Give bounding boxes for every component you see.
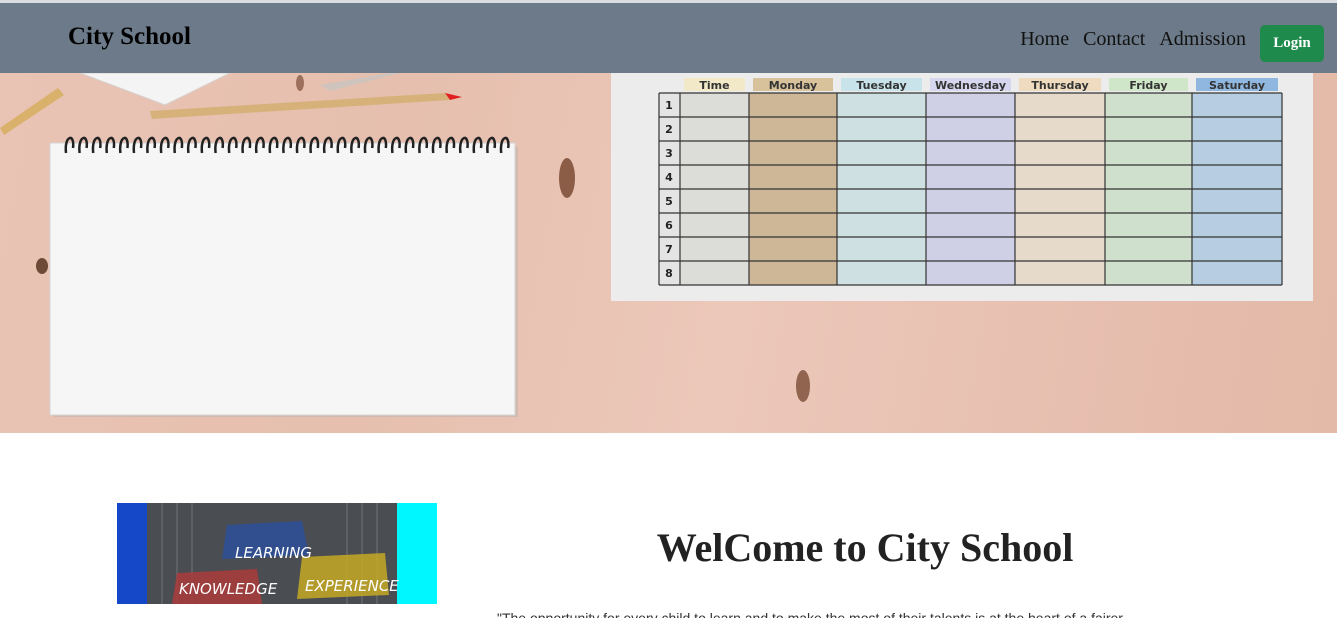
brand-logo[interactable]: City School — [68, 23, 191, 51]
experience-word: EXPERIENCE — [305, 577, 399, 595]
timetable-row-number: 4 — [665, 171, 673, 184]
wood-knot — [296, 75, 304, 91]
timetable-header-label: Saturday — [1209, 79, 1265, 92]
timetable-header-label: Tuesday — [856, 79, 906, 92]
timetable-row-number: 2 — [665, 123, 673, 136]
ruler-shape — [320, 73, 400, 91]
pencil-shape — [150, 93, 450, 119]
timetable-header-label: Monday — [769, 79, 817, 92]
welcome-title: WelCome to City School — [656, 525, 1074, 570]
paper-corner — [79, 73, 231, 106]
pencil-shape — [0, 88, 64, 135]
hero-banner: Time Monday Tuesday Wednesday Thursday Friday… — [0, 73, 1337, 433]
timetable-row-number: 1 — [665, 99, 673, 112]
timetable: Time Monday Tuesday Wednesday Thursday Friday… — [658, 78, 1283, 286]
nav-links: Home Contact Admission — [1020, 28, 1246, 51]
feature-image-graphic: LEARNING KNOWLEDGE EXPERIENCE — [117, 503, 437, 604]
nav-admission-link[interactable]: Admission — [1159, 28, 1246, 51]
timetable-row-number: 6 — [665, 219, 673, 232]
knowledge-word: KNOWLEDGE — [179, 580, 278, 598]
timetable-header-label: Wednesday — [935, 79, 1006, 92]
hero-illustration: Time Monday Tuesday Wednesday Thursday Friday… — [0, 73, 1313, 417]
timetable-row-number: 3 — [665, 147, 673, 160]
timetable-header-label: Thursday — [1031, 79, 1088, 92]
timetable-row-number: 8 — [665, 267, 673, 280]
notebook — [49, 142, 516, 416]
learning-word: LEARNING — [235, 544, 312, 562]
navbar: City School Home Contact Admission Login — [0, 3, 1337, 73]
nav-contact-link[interactable]: Contact — [1083, 28, 1145, 51]
login-button[interactable]: Login — [1260, 25, 1324, 62]
wood-knot — [796, 370, 810, 402]
feature-image: LEARNING KNOWLEDGE EXPERIENCE — [117, 503, 437, 604]
timetable-row-number: 5 — [665, 195, 673, 208]
welcome-quote: "The opportunity for every child to lear… — [497, 610, 1123, 618]
timetable-row-number: 7 — [665, 243, 673, 256]
wood-knot — [559, 158, 575, 198]
nav-home-link[interactable]: Home — [1020, 28, 1069, 51]
wood-knot — [36, 258, 48, 274]
timetable-header-label: Friday — [1129, 79, 1167, 92]
timetable-header-label: Time — [699, 79, 729, 92]
